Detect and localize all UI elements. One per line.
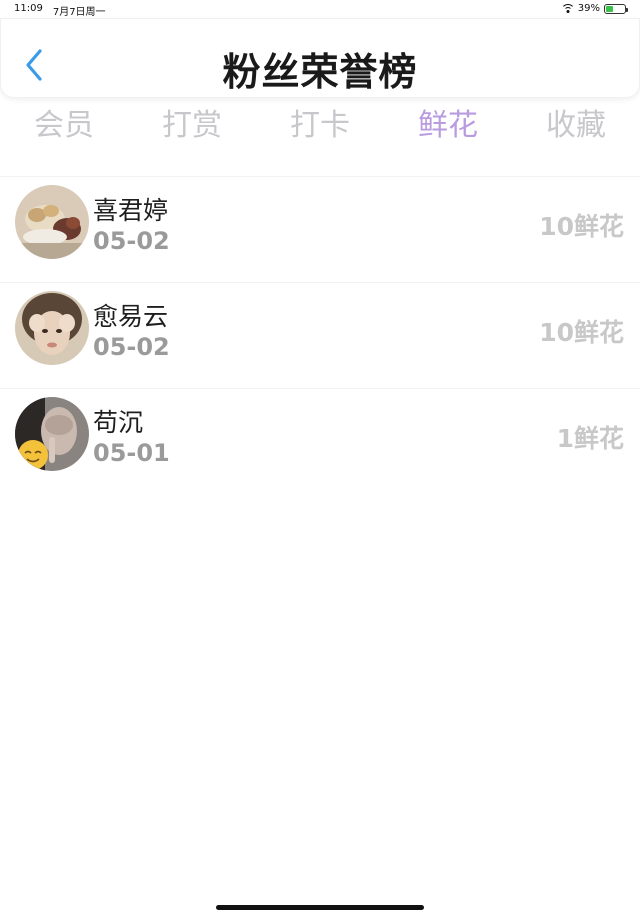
fan-date: 05-01 xyxy=(93,439,170,467)
fan-name: 苟沉 xyxy=(93,408,144,437)
tab-flowers[interactable]: 鲜花 xyxy=(384,100,512,154)
tab-checkin[interactable]: 打卡 xyxy=(256,100,384,154)
tab-favorites[interactable]: 收藏 xyxy=(512,100,640,154)
flower-count: 10鲜花 xyxy=(539,318,624,347)
avatar xyxy=(15,185,89,259)
status-time: 11:09 xyxy=(14,3,43,14)
page-title: 粉丝荣誉榜 xyxy=(222,50,418,94)
battery-icon xyxy=(604,3,628,14)
list-item[interactable]: 苟沉 05-01 1鲜花 xyxy=(0,388,640,494)
nav-bar: 粉丝荣誉榜 xyxy=(0,18,640,98)
fan-date: 05-02 xyxy=(93,227,170,255)
fan-name: 喜君婷 xyxy=(93,196,169,225)
wifi-icon xyxy=(561,4,574,13)
flower-count: 1鲜花 xyxy=(556,424,624,453)
list-item[interactable]: 喜君婷 05-02 10鲜花 xyxy=(0,176,640,282)
status-right: 39% xyxy=(561,3,628,14)
fan-date: 05-02 xyxy=(93,333,170,361)
home-indicator[interactable] xyxy=(216,905,424,910)
status-date: 7月7日周一 xyxy=(52,7,106,18)
avatar xyxy=(15,397,89,471)
list-item[interactable]: 愈易云 05-02 10鲜花 xyxy=(0,282,640,388)
status-bar: 11:09 7月7日周一 39% xyxy=(0,0,640,18)
fan-list: 喜君婷 05-02 10鲜花 愈易云 05-02 10鲜花 苟沉 05-01 1… xyxy=(0,176,640,494)
avatar xyxy=(15,291,89,365)
flower-count: 10鲜花 xyxy=(539,212,624,241)
fan-name: 愈易云 xyxy=(93,302,169,331)
tab-bar: 会员 打赏 打卡 鲜花 收藏 xyxy=(0,100,640,154)
battery-percent: 39% xyxy=(577,3,600,14)
tab-member[interactable]: 会员 xyxy=(0,100,128,154)
status-left: 11:09 7月7日周一 xyxy=(14,3,106,18)
tab-reward[interactable]: 打赏 xyxy=(128,100,256,154)
